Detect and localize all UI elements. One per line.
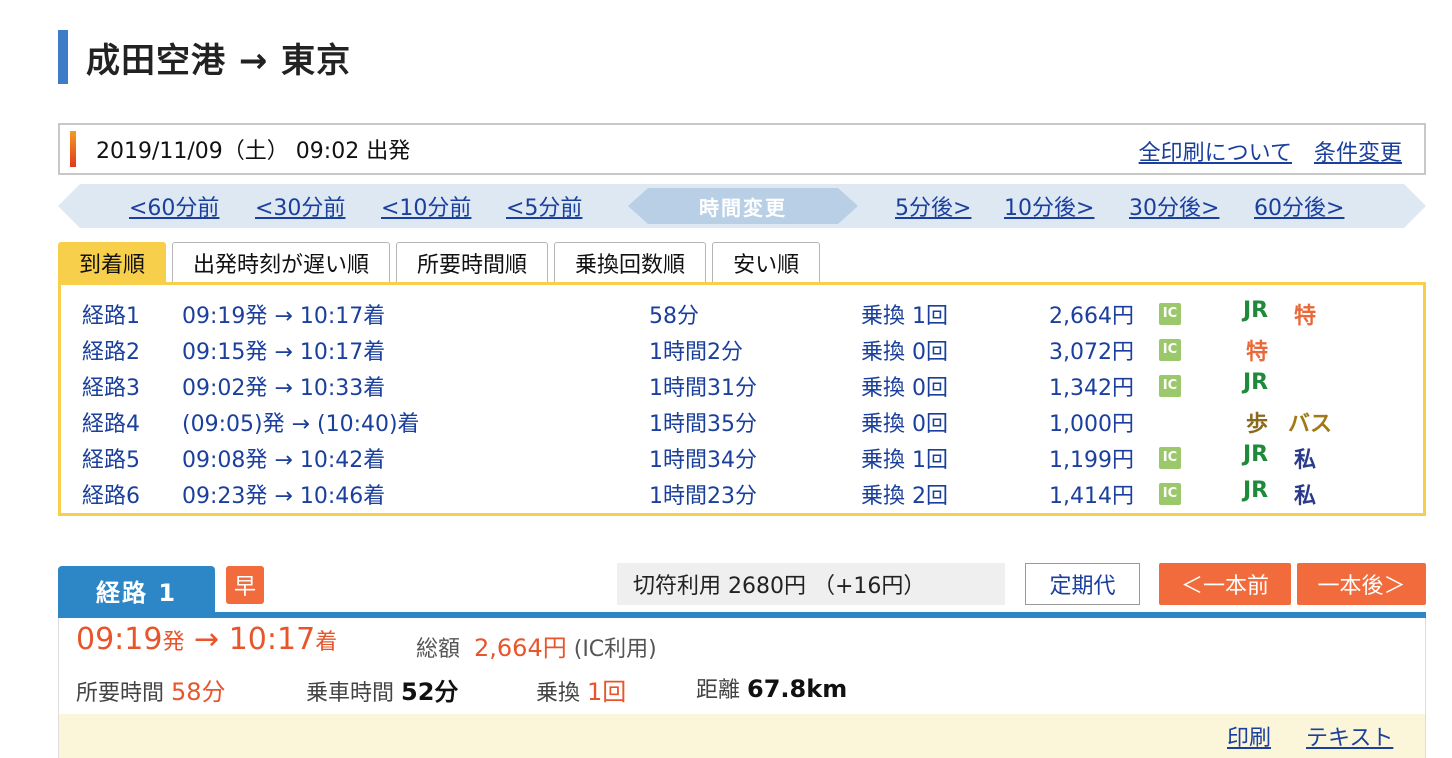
shift-60-after[interactable]: 60分後> bbox=[1254, 190, 1344, 222]
previous-train-button[interactable]: ＜一本前 bbox=[1159, 563, 1291, 605]
route-row-2[interactable]: 経路2 09:15発 → 10:17着 1時間2分 乗換 0回 3,072円 I… bbox=[61, 329, 1423, 365]
route-time: 09:02発 → 10:33着 bbox=[182, 376, 386, 401]
detail-total: 総額 2,664円 (IC利用) bbox=[416, 634, 657, 662]
shift-30-after[interactable]: 30分後> bbox=[1129, 190, 1219, 222]
route-duration: 58分 bbox=[649, 304, 699, 329]
route-name: 経路1 bbox=[82, 304, 140, 329]
route-name: 経路4 bbox=[82, 412, 140, 437]
change-conditions-link[interactable]: 条件変更 bbox=[1314, 135, 1402, 167]
jr-badge: JR bbox=[1243, 298, 1269, 323]
private-railway-badge: 私 bbox=[1294, 448, 1317, 473]
shift-5-after[interactable]: 5分後> bbox=[895, 190, 971, 222]
distance: 距離 67.8km bbox=[696, 675, 848, 703]
ic-card-icon: IC bbox=[1159, 447, 1181, 469]
print-all-link[interactable]: 全印刷について bbox=[1139, 135, 1292, 167]
route-name: 経路3 bbox=[82, 376, 140, 401]
route-time: 09:19発 → 10:17着 bbox=[182, 304, 386, 329]
shift-10-before[interactable]: <10分前 bbox=[381, 190, 471, 222]
walk-badge: 歩 bbox=[1246, 412, 1269, 437]
shift-10-after[interactable]: 10分後> bbox=[1004, 190, 1094, 222]
riding-time: 乗車時間 52分 bbox=[306, 678, 459, 706]
route-duration: 1時間2分 bbox=[649, 340, 743, 365]
detail-dep-time: 09:19 bbox=[76, 622, 163, 657]
route-fare: 1,000円 bbox=[1049, 412, 1134, 437]
route-transfers: 乗換 1回 bbox=[861, 448, 948, 473]
departure-datetime: 2019/11/09（土） 09:02 出発 bbox=[96, 139, 411, 164]
next-train-button[interactable]: 一本後＞ bbox=[1297, 563, 1426, 605]
shift-5-before[interactable]: <5分前 bbox=[506, 190, 582, 222]
ic-card-icon: IC bbox=[1159, 375, 1181, 397]
tab-transfers[interactable]: 乗換回数順 bbox=[554, 242, 707, 282]
route-row-6[interactable]: 経路6 09:23発 → 10:46着 1時間23分 乗換 2回 1,414円 … bbox=[61, 473, 1423, 509]
route-duration: 1時間31分 bbox=[649, 376, 757, 401]
tab-late-departure[interactable]: 出発時刻が遅い順 bbox=[172, 242, 391, 282]
route-name: 経路2 bbox=[82, 340, 140, 365]
sort-tabs: 到着順 出発時刻が遅い順 所要時間順 乗換回数順 安い順 bbox=[58, 242, 821, 282]
route-transfers: 乗換 0回 bbox=[861, 412, 948, 437]
private-railway-badge: 私 bbox=[1294, 484, 1317, 509]
detail-footer: 印刷 テキスト bbox=[59, 714, 1425, 758]
page-header: 成田空港 → 東京 bbox=[58, 30, 351, 84]
route-fare: 1,342円 bbox=[1049, 376, 1134, 401]
limited-express-badge: 特 bbox=[1294, 304, 1317, 329]
ic-card-icon: IC bbox=[1159, 339, 1181, 361]
route-detail-panel: 09:19発 → 10:17着 総額 2,664円 (IC利用) 所要時間 58… bbox=[58, 618, 1426, 758]
jr-badge: JR bbox=[1243, 478, 1269, 503]
route-row-4[interactable]: 経路4 (09:05)発 → (10:40)着 1時間35分 乗換 0回 1,0… bbox=[61, 401, 1423, 437]
tab-cheapest[interactable]: 安い順 bbox=[712, 242, 821, 282]
route-duration: 1時間23分 bbox=[649, 484, 757, 509]
route-fare: 2,664円 bbox=[1049, 304, 1134, 329]
route-transfers: 乗換 1回 bbox=[861, 304, 948, 329]
route-time: (09:05)発 → (10:40)着 bbox=[182, 412, 420, 437]
route-transfers: 乗換 0回 bbox=[861, 340, 948, 365]
jr-badge: JR bbox=[1243, 442, 1269, 467]
route-name: 経路5 bbox=[82, 448, 140, 473]
shift-30-before[interactable]: <30分前 bbox=[255, 190, 345, 222]
route-transfers: 乗換 2回 bbox=[861, 484, 948, 509]
ticket-fare-info: 切符利用 2680円 （+16円） bbox=[617, 563, 1005, 605]
ic-card-icon: IC bbox=[1159, 483, 1181, 505]
detail-arr-time: 10:17 bbox=[228, 622, 316, 657]
fastest-badge: 早 bbox=[226, 566, 264, 604]
route-row-5[interactable]: 経路5 09:08発 → 10:42着 1時間34分 乗換 1回 1,199円 … bbox=[61, 437, 1423, 473]
tab-duration[interactable]: 所要時間順 bbox=[396, 242, 549, 282]
route-time: 09:15発 → 10:17着 bbox=[182, 340, 386, 365]
route-list: 経路1 09:19発 → 10:17着 58分 乗換 1回 2,664円 IC … bbox=[58, 282, 1426, 516]
time-change-label: 時間変更 bbox=[628, 188, 858, 224]
required-time: 所要時間 58分 bbox=[76, 678, 226, 706]
print-link[interactable]: 印刷 bbox=[1227, 720, 1271, 752]
tab-arrival-order[interactable]: 到着順 bbox=[58, 242, 167, 282]
route-fare: 1,199円 bbox=[1049, 448, 1134, 473]
route-time: 09:23発 → 10:46着 bbox=[182, 484, 386, 509]
search-condition-box: 2019/11/09（土） 09:02 出発 全印刷について 条件変更 bbox=[58, 123, 1426, 175]
ic-card-icon: IC bbox=[1159, 303, 1181, 325]
route-name: 経路6 bbox=[82, 484, 140, 509]
text-link[interactable]: テキスト bbox=[1306, 720, 1393, 752]
route-fare: 3,072円 bbox=[1049, 340, 1134, 365]
transfer-count: 乗換 1回 bbox=[536, 678, 627, 706]
route-duration: 1時間35分 bbox=[649, 412, 757, 437]
route-detail-tab[interactable]: 経路 1 bbox=[58, 566, 215, 614]
limited-express-badge: 特 bbox=[1246, 340, 1269, 365]
route-transfers: 乗換 0回 bbox=[861, 376, 948, 401]
time-shift-bar: <60分前 <30分前 <10分前 <5分前 時間変更 5分後> 10分後> 3… bbox=[58, 184, 1426, 228]
route-row-1[interactable]: 経路1 09:19発 → 10:17着 58分 乗換 1回 2,664円 IC … bbox=[61, 293, 1423, 329]
date-accent-bar bbox=[70, 131, 76, 167]
route-duration: 1時間34分 bbox=[649, 448, 757, 473]
title-accent-bar bbox=[58, 30, 68, 84]
detail-times: 09:19発 → 10:17着 bbox=[76, 622, 338, 657]
shift-60-before[interactable]: <60分前 bbox=[129, 190, 219, 222]
route-time: 09:08発 → 10:42着 bbox=[182, 448, 386, 473]
jr-badge: JR bbox=[1243, 370, 1269, 395]
route-fare: 1,414円 bbox=[1049, 484, 1134, 509]
bus-badge: バス bbox=[1288, 412, 1333, 437]
total-fare: 2,664円 bbox=[474, 634, 567, 662]
commuter-pass-button[interactable]: 定期代 bbox=[1025, 563, 1140, 605]
route-row-3[interactable]: 経路3 09:02発 → 10:33着 1時間31分 乗換 0回 1,342円 … bbox=[61, 365, 1423, 401]
page-title: 成田空港 → 東京 bbox=[86, 40, 352, 81]
